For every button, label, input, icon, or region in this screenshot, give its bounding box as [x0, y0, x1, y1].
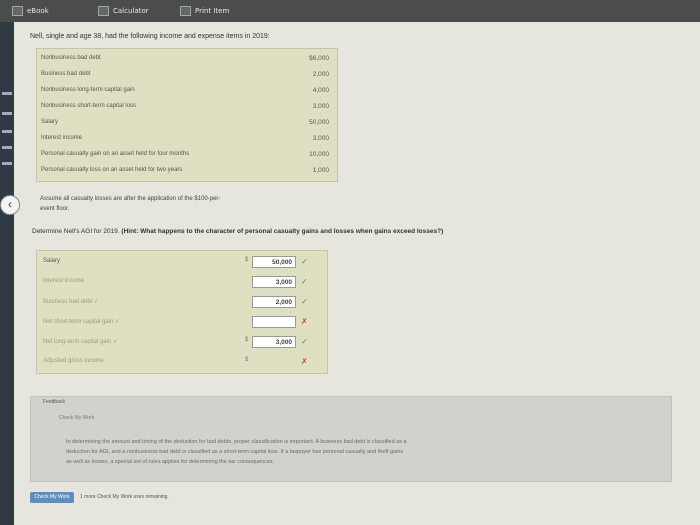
- feedback-line: In determining the amount and timing of …: [66, 439, 407, 445]
- item-label: Interest income: [41, 135, 83, 141]
- cross-icon: ✗: [301, 317, 308, 326]
- answer-label: Net short-term capital gain ✓: [43, 319, 121, 325]
- income-expense-table: Nonbusiness bad debt $6,000 Business bad …: [36, 48, 338, 182]
- feedback-subtitle: Check My Work: [59, 415, 95, 421]
- item-label: Nonbusiness bad debt: [41, 55, 101, 61]
- table-row: Interest income 3,000: [37, 131, 337, 147]
- answer-label: Adjusted gross income: [43, 358, 104, 364]
- tab-print-item[interactable]: Print Item: [180, 5, 229, 18]
- table-row: Personal casualty loss on an asset held …: [37, 163, 337, 179]
- table-row: Business bad debt 2,000: [37, 67, 337, 83]
- table-row: Nonbusiness short-term capital loss 3,000: [37, 99, 337, 115]
- dollar-sign: $: [245, 337, 249, 343]
- answer-label: Salary: [43, 258, 61, 264]
- check-icon: ✓: [301, 337, 308, 346]
- question-hint: (Hint: What happens to the character of …: [121, 228, 444, 235]
- feedback-panel: Feedback Check My Work In determining th…: [30, 396, 672, 482]
- answer-input[interactable]: 2,000: [252, 296, 296, 308]
- answer-input[interactable]: 50,000: [252, 256, 296, 268]
- table-row: Nonbusiness bad debt $6,000: [37, 51, 337, 67]
- item-amount: 2,000: [312, 71, 329, 78]
- feedback-title: Feedback: [43, 399, 65, 405]
- answer-input[interactable]: 3,000: [252, 336, 296, 348]
- answer-input[interactable]: [252, 316, 296, 328]
- back-button[interactable]: ‹: [0, 195, 20, 215]
- dollar-sign: $: [245, 257, 249, 263]
- nav-tick-icon: [2, 130, 12, 133]
- item-label: Business bad debt: [41, 71, 91, 77]
- check-icon: ✓: [301, 257, 308, 266]
- check-icon: ✓: [301, 297, 308, 306]
- table-row: Personal casualty gain on an asset held …: [37, 147, 337, 163]
- nav-tick-icon: [2, 112, 12, 115]
- tab-print-label: Print Item: [195, 7, 230, 15]
- table-row: Business bad debt ✓ 2,000 ✓: [37, 293, 327, 313]
- cross-icon: ✗: [301, 357, 308, 366]
- item-label: Nonbusiness short-term capital loss: [41, 103, 137, 109]
- table-row: Nonbusiness long-term capital gain 4,000: [37, 83, 337, 99]
- assume-note-line2: event floor.: [40, 206, 70, 212]
- table-row: Interest income 3,000 ✓: [37, 273, 327, 293]
- dollar-sign: $: [245, 357, 249, 363]
- table-row: Net short-term capital gain ✓ ✗: [37, 313, 327, 333]
- calculator-icon: [98, 6, 109, 16]
- check-my-work-button[interactable]: Check My Work: [30, 492, 74, 503]
- item-amount: 3,000: [312, 103, 329, 110]
- item-amount: 3,000: [312, 135, 329, 142]
- item-amount: 1,000: [312, 167, 329, 174]
- tab-ebook-label: eBook: [27, 7, 49, 15]
- item-amount: $6,000: [309, 55, 329, 62]
- item-label: Personal casualty gain on an asset held …: [41, 151, 190, 157]
- left-nav-strip: [0, 22, 14, 525]
- item-amount: 10,000: [309, 151, 329, 158]
- check-icon: ✓: [301, 277, 308, 286]
- nav-tick-icon: [2, 146, 12, 149]
- table-row: Adjusted gross income $ ✗: [37, 353, 327, 373]
- item-label: Personal casualty loss on an asset held …: [41, 167, 183, 173]
- answer-label: Interest income: [43, 278, 85, 284]
- print-icon: [180, 6, 191, 16]
- feedback-line: deduction for AGI, and a nonbusiness bad…: [66, 449, 404, 455]
- tab-calculator-label: Calculator: [113, 7, 149, 15]
- question-text: Determine Nell's AGI for 2019.: [32, 228, 120, 235]
- item-amount: 50,000: [309, 119, 329, 126]
- item-label: Salary: [41, 119, 59, 125]
- item-label: Nonbusiness long-term capital gain: [41, 87, 135, 93]
- top-toolbar: eBook Calculator Print Item: [0, 0, 700, 22]
- assume-note-line1: Assume all casualty losses are after the…: [40, 196, 221, 202]
- table-row: Salary 50,000: [37, 115, 337, 131]
- nav-tick-icon: [2, 162, 12, 165]
- answer-input[interactable]: 3,000: [252, 276, 296, 288]
- tab-calculator[interactable]: Calculator: [98, 5, 149, 18]
- problem-intro: Nell, single and age 38, had the followi…: [30, 33, 270, 40]
- table-row: Salary $ 50,000 ✓: [37, 253, 327, 273]
- answer-label: Business bad debt ✓: [43, 299, 100, 305]
- feedback-line: as well as losses, a special set of rule…: [66, 459, 275, 465]
- tab-ebook[interactable]: eBook: [12, 5, 49, 18]
- answer-label: Net long-term capital gain ✓: [43, 339, 119, 345]
- table-row: Net long-term capital gain ✓ $ 3,000 ✓: [37, 333, 327, 353]
- item-amount: 4,000: [312, 87, 329, 94]
- answer-input[interactable]: [252, 356, 296, 368]
- ebook-icon: [12, 6, 23, 16]
- question-prompt: Determine Nell's AGI for 2019. (Hint: Wh…: [32, 227, 522, 237]
- chevron-left-icon: ‹: [8, 197, 12, 211]
- check-remaining-note: 1 more Check My Work uses remaining.: [80, 494, 169, 500]
- answer-table: Salary $ 50,000 ✓ Interest income 3,000 …: [36, 250, 328, 374]
- nav-tick-icon: [2, 92, 12, 95]
